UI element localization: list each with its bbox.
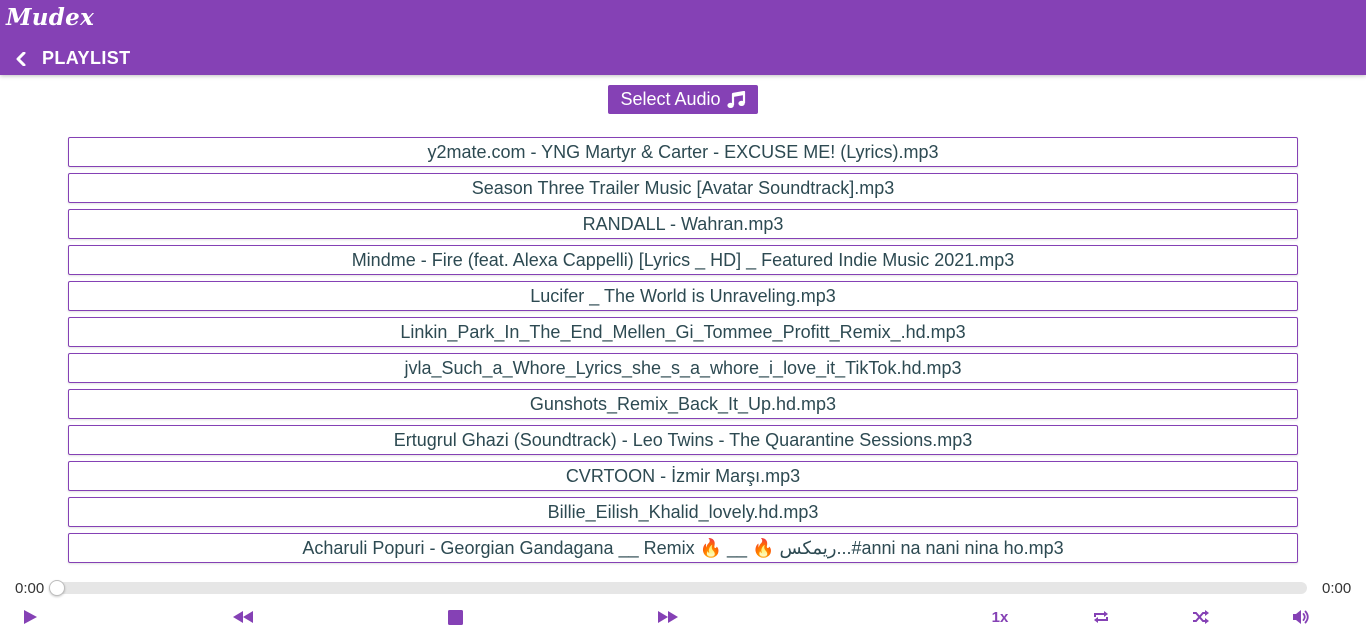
stop-button[interactable] bbox=[446, 605, 464, 629]
play-button[interactable] bbox=[20, 605, 40, 629]
playlist-item[interactable]: y2mate.com - YNG Martyr & Carter - EXCUS… bbox=[68, 137, 1298, 167]
music-note-icon bbox=[726, 90, 745, 108]
chevron-left-icon bbox=[16, 52, 26, 66]
playlist-item[interactable]: Lucifer _ The World is Unraveling.mp3 bbox=[68, 281, 1298, 311]
repeat-button[interactable] bbox=[1090, 605, 1112, 629]
playlist-item[interactable]: Gunshots_Remix_Back_It_Up.hd.mp3 bbox=[68, 389, 1298, 419]
playlist-item[interactable]: Ertugrul Ghazi (Soundtrack) - Leo Twins … bbox=[68, 425, 1298, 455]
playlist-item[interactable]: Billie_Eilish_Khalid_lovely.hd.mp3 bbox=[68, 497, 1298, 527]
shuffle-icon bbox=[1193, 610, 1209, 624]
playlist: y2mate.com - YNG Martyr & Carter - EXCUS… bbox=[68, 137, 1298, 569]
playlist-item[interactable]: jvla_Such_a_Whore_Lyrics_she_s_a_whore_i… bbox=[68, 353, 1298, 383]
select-audio-button[interactable]: Select Audio bbox=[608, 85, 758, 114]
playlist-item[interactable]: Linkin_Park_In_The_End_Mellen_Gi_Tommee_… bbox=[68, 317, 1298, 347]
select-audio-label: Select Audio bbox=[620, 89, 721, 109]
back-button[interactable] bbox=[12, 50, 30, 68]
app-header: Mudex PLAYLIST bbox=[0, 0, 1366, 75]
repeat-icon bbox=[1094, 611, 1108, 623]
progress-bar[interactable] bbox=[51, 582, 1307, 594]
playlist-item[interactable]: CVRTOON - İzmir Marşı.mp3 bbox=[68, 461, 1298, 491]
volume-icon bbox=[1293, 610, 1309, 624]
app-logo[interactable]: Mudex bbox=[6, 4, 94, 31]
fast-forward-icon bbox=[658, 611, 678, 623]
fast-forward-button[interactable] bbox=[657, 605, 679, 629]
volume-button[interactable] bbox=[1290, 605, 1312, 629]
current-time: 0:00 bbox=[15, 580, 45, 597]
play-icon bbox=[24, 610, 37, 624]
speed-button[interactable]: 1x bbox=[988, 605, 1012, 629]
playlist-item[interactable]: RANDALL - Wahran.mp3 bbox=[68, 209, 1298, 239]
progress-thumb[interactable] bbox=[49, 580, 65, 596]
playlist-item[interactable]: Season Three Trailer Music [Avatar Sound… bbox=[68, 173, 1298, 203]
shuffle-button[interactable] bbox=[1190, 605, 1212, 629]
page-title: PLAYLIST bbox=[42, 48, 131, 68]
rewind-icon bbox=[233, 611, 253, 623]
playlist-item[interactable]: Acharuli Popuri - Georgian Gandagana __ … bbox=[68, 533, 1298, 563]
playlist-item[interactable]: Mindme - Fire (feat. Alexa Cappelli) [Ly… bbox=[68, 245, 1298, 275]
duration-time: 0:00 bbox=[1322, 580, 1352, 597]
rewind-button[interactable] bbox=[232, 605, 254, 629]
stop-icon bbox=[447, 609, 463, 625]
